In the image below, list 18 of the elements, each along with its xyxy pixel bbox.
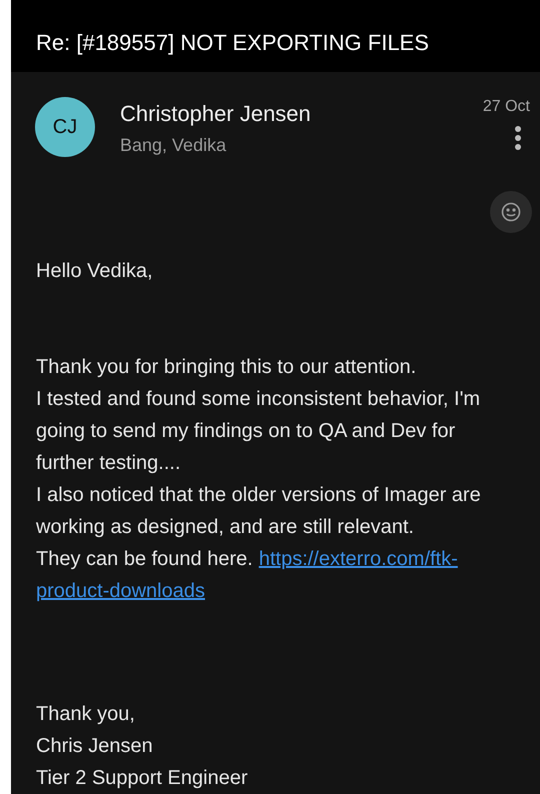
download-link[interactable]: product-downloads [36,580,205,602]
signature-line: Tier 2 Support Engineer [36,766,249,791]
recipients: Bang, Vedika [120,134,228,157]
body-paragraph: They can be found here. [36,547,253,572]
more-options-icon[interactable] [514,125,522,151]
greeting: Hello Vedika, [36,259,154,284]
signature-line: Chris Jensen [36,734,154,759]
message-date: 27 Oct [482,99,530,115]
body-paragraph: Thank you for bringing this to our attention. [36,355,418,380]
reaction-button[interactable] [490,191,532,233]
body-paragraph: I also noticed that the older versions of Imager are working as designed, and are still relevant. [36,483,482,540]
email-subject: Re: [#189557] NOT EXPORTING FILES [36,32,429,54]
avatar[interactable]: CJ [35,97,95,157]
body-paragraph: I tested and found some inconsistent behavior, I'm going to send my findings on to QA and Dev for further testing.... [36,387,482,476]
sender-name: Christopher Jensen [120,101,312,127]
download-link[interactable]: https://exterro.com/ftk- [258,543,458,575]
signature-line: Thank you, [36,702,136,727]
smiley-icon [501,202,521,222]
